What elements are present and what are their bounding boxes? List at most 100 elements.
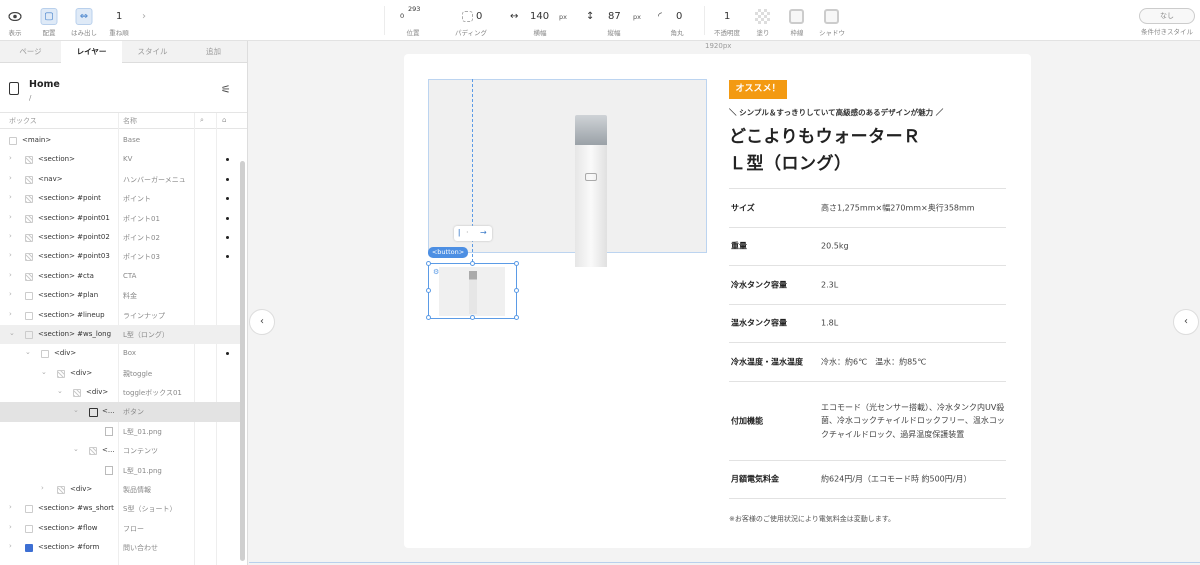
- tab-page[interactable]: ページ: [0, 41, 61, 63]
- chevron-down-icon[interactable]: ⌄: [73, 445, 79, 453]
- chevron-left-icon[interactable]: ‹: [249, 309, 275, 335]
- chevron-right-icon[interactable]: ›: [9, 542, 12, 550]
- spec-value: 冷水：約6℃ 温水：約85℃: [821, 357, 927, 366]
- resize-handle[interactable]: [426, 315, 431, 320]
- chevron-down-icon[interactable]: ⌄: [57, 387, 63, 395]
- chevron-right-icon[interactable]: ›: [9, 174, 12, 182]
- layer-tag: <section> #plan: [38, 291, 99, 300]
- resize-handle-icon[interactable]: ǀ: [458, 228, 460, 237]
- chevron-right-icon[interactable]: ›: [142, 11, 146, 22]
- chevron-right-icon[interactable]: ›: [9, 523, 12, 531]
- layer-row[interactable]: › <section> #ws_short S型（ショート）: [0, 499, 240, 518]
- chevron-right-icon[interactable]: ›: [9, 290, 12, 298]
- layer-row[interactable]: › <section> #cta CTA: [0, 267, 240, 286]
- resize-handle[interactable]: [426, 288, 431, 293]
- layer-tag: <div>: [54, 349, 77, 358]
- layer-row[interactable]: <main> Base: [0, 131, 240, 150]
- view-toggle[interactable]: 表示: [4, 0, 26, 41]
- layer-row[interactable]: ⌄ <section> #ws_long L型（ロング）: [0, 324, 240, 345]
- layer-row[interactable]: › <section> #point02 ポイント02: [0, 228, 240, 247]
- chevron-left-icon[interactable]: ‹: [1173, 309, 1199, 335]
- chevron-right-icon[interactable]: ›: [9, 271, 12, 279]
- width-arrows-icon: ↔: [510, 11, 519, 22]
- thumbnail-image: [469, 271, 477, 314]
- padding-field[interactable]: 0 パディング: [452, 0, 490, 41]
- opacity-field[interactable]: 1 不透明度: [710, 0, 744, 41]
- radius-field[interactable]: ◜ 0 角丸: [656, 0, 698, 41]
- layer-scrollbar[interactable]: [240, 161, 245, 561]
- layer-tag: <section> #point: [38, 194, 101, 203]
- chevron-right-icon[interactable]: ›: [9, 154, 12, 162]
- resize-handle[interactable]: [426, 261, 431, 266]
- layer-row[interactable]: L型_01.png: [0, 422, 240, 441]
- design-canvas[interactable]: 1920px ‹ ‹ ǀ · → <button> ⚙ オススメ！ ＼ シンプル…: [249, 41, 1200, 565]
- border-button[interactable]: 枠線: [786, 0, 808, 41]
- layout-button[interactable]: ▢ 配置: [38, 0, 60, 41]
- dots-icon[interactable]: ·: [466, 228, 469, 237]
- toggle-controls[interactable]: ǀ · →: [454, 226, 492, 241]
- spec-row: 冷水タンク容量 2.3L: [729, 266, 1006, 305]
- layer-row[interactable]: › <section> #point03 ポイント03: [0, 247, 240, 266]
- layer-row[interactable]: › <section> #plan 料金: [0, 286, 240, 305]
- visibility-dot[interactable]: [226, 235, 229, 239]
- layer-row[interactable]: › <div> 製品情報: [0, 480, 240, 499]
- resize-handle[interactable]: [514, 315, 519, 320]
- layer-row[interactable]: › <section> #point ポイント: [0, 189, 240, 208]
- selected-button-thumbnail[interactable]: [428, 263, 517, 319]
- chevron-down-icon[interactable]: ⌄: [41, 368, 47, 376]
- visibility-dot[interactable]: [226, 158, 229, 162]
- visibility-dot[interactable]: [226, 216, 229, 220]
- tab-layers[interactable]: レイヤー: [61, 41, 122, 63]
- resize-handle[interactable]: [514, 261, 519, 266]
- chevron-down-icon[interactable]: ⌄: [9, 329, 15, 337]
- fill-button[interactable]: 塗り: [752, 0, 774, 41]
- chevron-down-icon[interactable]: ⌄: [25, 348, 31, 356]
- chevron-right-icon[interactable]: ›: [9, 232, 12, 240]
- layer-row[interactable]: ⌄ <div> 親toggle: [0, 364, 240, 383]
- height-field[interactable]: ↕ 87 px 縦幅: [584, 0, 644, 41]
- chevron-right-icon[interactable]: ›: [9, 503, 12, 511]
- layer-row[interactable]: ⌄ <... コンテンツ: [0, 441, 240, 460]
- visibility-dot[interactable]: [226, 197, 229, 201]
- page-path: /: [29, 94, 32, 102]
- shadow-button[interactable]: シャドウ: [818, 0, 846, 41]
- width-field[interactable]: ↔ 140 px 横幅: [508, 0, 572, 41]
- resize-handle[interactable]: [470, 261, 475, 266]
- height-arrows-icon: ↕: [586, 11, 595, 22]
- layer-label: ボタン: [123, 408, 144, 417]
- chevron-right-icon[interactable]: ›: [9, 193, 12, 201]
- box-icon: [25, 253, 33, 262]
- chevron-down-icon[interactable]: ⌄: [73, 406, 79, 414]
- layer-row[interactable]: › <section> #point01 ポイント01: [0, 209, 240, 228]
- layer-row[interactable]: ⌄ <div> toggleボックス01: [0, 383, 240, 402]
- layer-label: ポイント01: [123, 214, 160, 223]
- layer-row[interactable]: › <nav> ハンバーガーメニュ: [0, 170, 240, 189]
- corner-radius-icon: ◜: [658, 11, 662, 22]
- visibility-dot[interactable]: [226, 352, 229, 356]
- settings-sliders-icon[interactable]: ⚟: [221, 83, 231, 96]
- layer-row[interactable]: › <section> #form 問い合わせ: [0, 538, 240, 557]
- conditional-style-select[interactable]: なし: [1139, 8, 1195, 24]
- layer-row[interactable]: ⌄ <... ボタン: [0, 402, 240, 422]
- chevron-right-icon[interactable]: ›: [9, 310, 12, 318]
- layer-row[interactable]: › <section> KV: [0, 150, 240, 169]
- tab-style[interactable]: スタイル: [122, 41, 183, 63]
- layer-row[interactable]: › <section> #lineup ラインナップ: [0, 306, 240, 325]
- layer-row[interactable]: ⌄ <div> Box: [0, 344, 240, 363]
- stack-order[interactable]: 1 重ね順: [106, 0, 132, 41]
- chevron-right-icon[interactable]: ›: [9, 213, 12, 221]
- layer-row[interactable]: L型_01.png: [0, 461, 240, 480]
- layer-row[interactable]: › <section> #flow フロー: [0, 519, 240, 538]
- tab-add[interactable]: 追加: [183, 41, 244, 63]
- resize-handle[interactable]: [470, 315, 475, 320]
- visibility-dot[interactable]: [226, 177, 229, 181]
- position-field[interactable]: 0 293 位置: [392, 0, 434, 41]
- gear-icon[interactable]: ⚙: [433, 268, 439, 276]
- overflow-button[interactable]: ⇔ はみ出し: [70, 0, 98, 41]
- chevron-right-icon[interactable]: ›: [41, 484, 44, 492]
- visibility-dot[interactable]: [226, 255, 229, 259]
- chevron-right-icon[interactable]: ›: [9, 251, 12, 259]
- page-icon: [9, 82, 19, 95]
- arrow-right-icon[interactable]: →: [480, 228, 487, 237]
- resize-handle[interactable]: [514, 288, 519, 293]
